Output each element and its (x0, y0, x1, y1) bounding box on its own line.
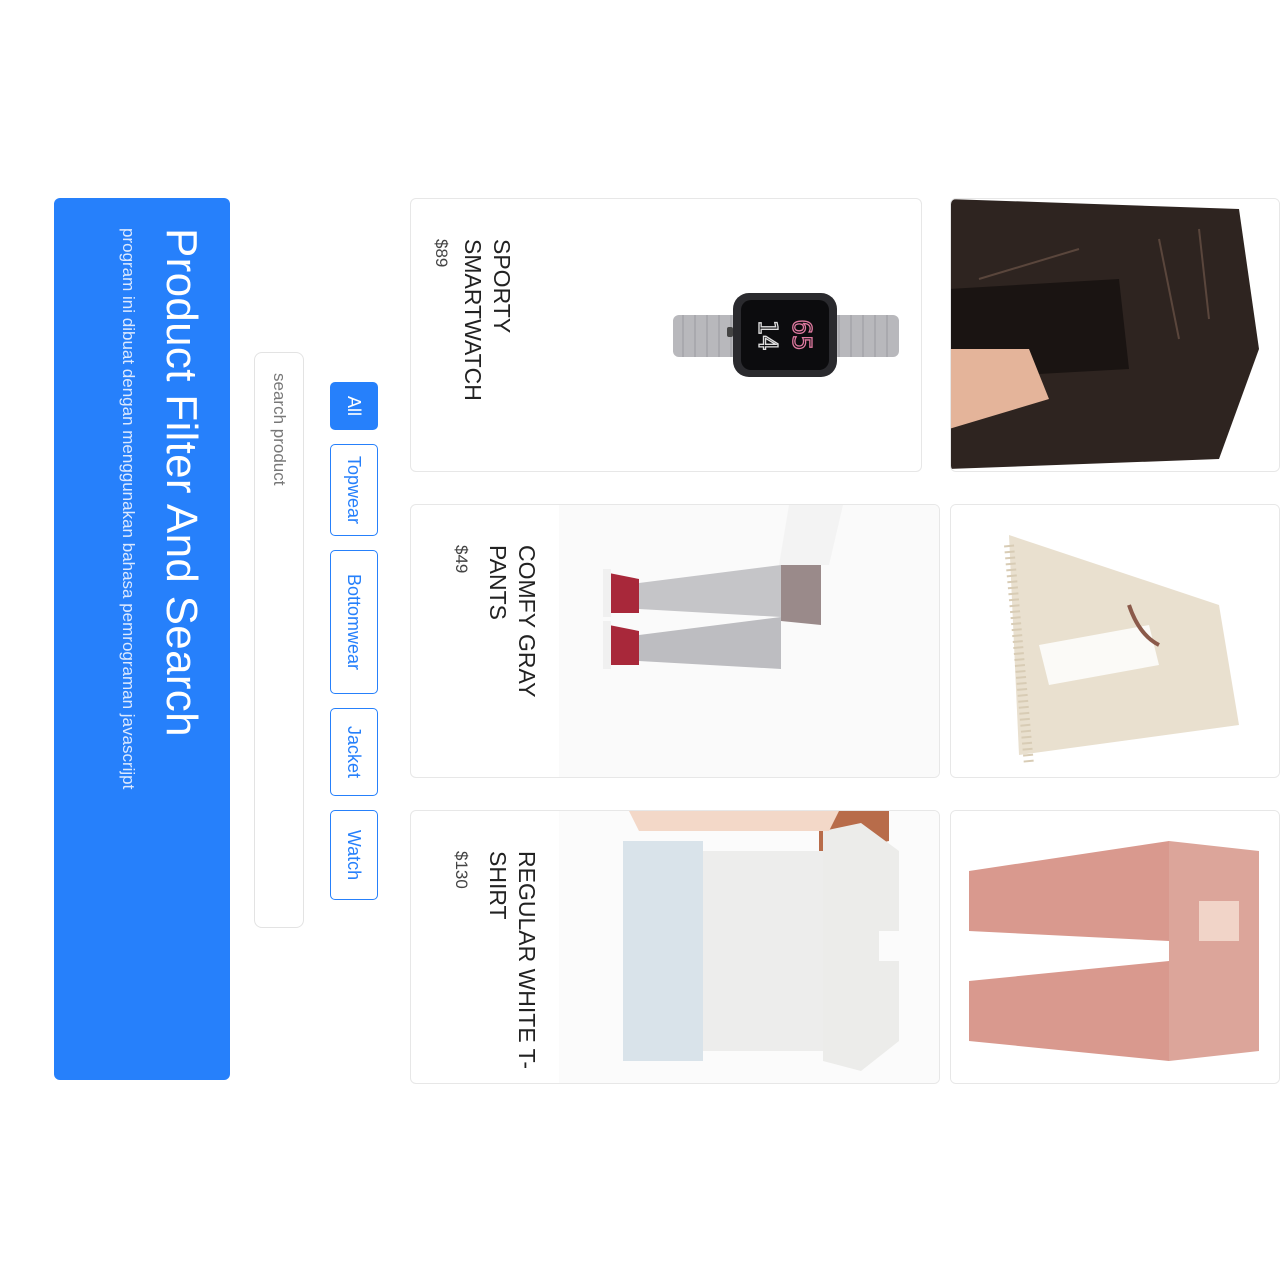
page-canvas: Product Filter And Search program ini di… (0, 0, 1280, 1280)
watch-face-line2: 14 (752, 319, 782, 350)
product-image-gray-pants (559, 505, 939, 777)
product-image-knit-poncho (950, 505, 1279, 777)
product-price: $130 (452, 851, 471, 889)
product-image-white-tshirt (559, 811, 939, 1083)
filter-watch-button[interactable]: Watch (330, 810, 378, 900)
product-image-pink-joggers (950, 811, 1279, 1083)
product-card[interactable] (950, 810, 1280, 1084)
product-card[interactable]: REGULAR WHITE T-SHIRT $130 (410, 810, 940, 1084)
filter-all-button[interactable]: All (330, 382, 378, 430)
page-subtitle: program ini dibuat dengan menggunakan ba… (119, 228, 138, 790)
product-card[interactable]: COMFY GRAY PANTS $49 (410, 504, 940, 778)
product-name: REGULAR WHITE T-SHIRT (485, 851, 540, 1070)
filter-topwear-button[interactable]: Topwear (330, 444, 378, 536)
product-name: COMFY GRAY PANTS (485, 545, 540, 698)
product-price: $89 (432, 239, 451, 268)
product-card[interactable] (950, 198, 1280, 472)
product-name: SPORTY SMARTWATCH (460, 239, 515, 401)
product-image-smartwatch: 65 14 (541, 199, 921, 471)
product-image-leather-jacket (950, 199, 1279, 471)
watch-face-line1: 65 (786, 319, 816, 350)
product-card[interactable] (950, 504, 1280, 778)
filter-jacket-button[interactable]: Jacket (330, 708, 378, 796)
filter-bottomwear-button[interactable]: Bottomwear (330, 550, 378, 694)
search-input[interactable] (254, 352, 304, 928)
product-price: $49 (452, 545, 471, 574)
page-title: Product Filter And Search (157, 228, 206, 737)
product-card[interactable]: 65 14 SPORTY SMARTWATCH $89 (410, 198, 922, 472)
hero-banner: Product Filter And Search program ini di… (54, 198, 230, 1080)
